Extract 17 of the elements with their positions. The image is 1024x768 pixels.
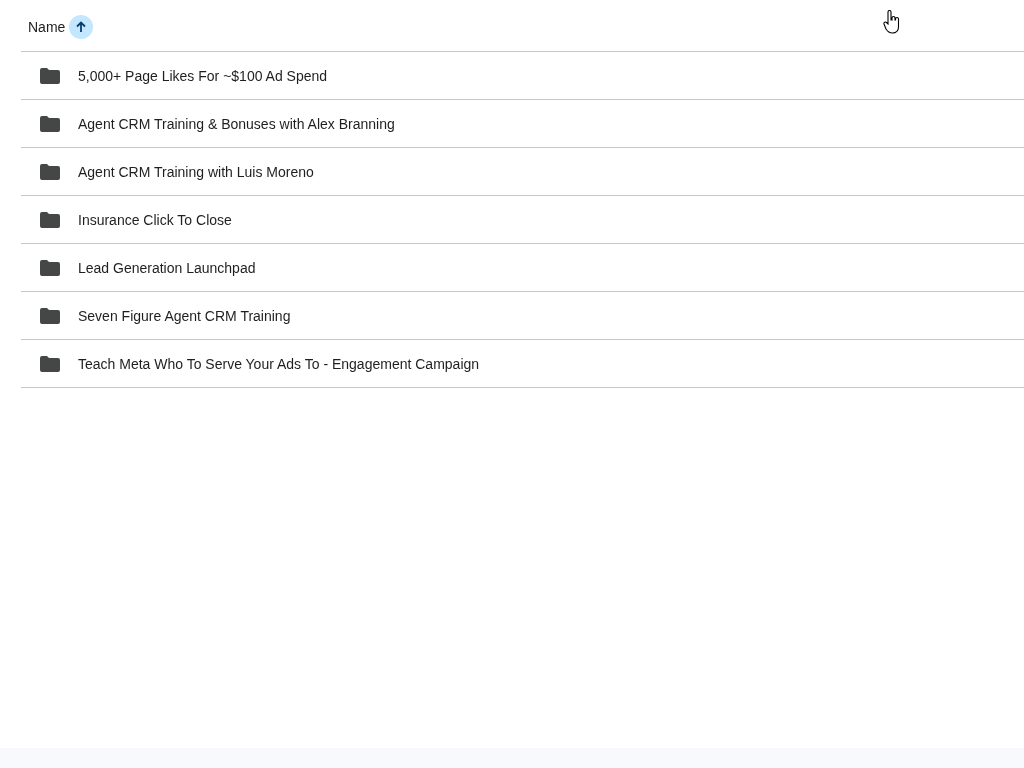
folder-icon	[40, 211, 60, 228]
folder-icon	[40, 115, 60, 132]
hand-cursor-icon	[883, 10, 901, 34]
folder-row[interactable]: Seven Figure Agent CRM Training	[21, 292, 1024, 340]
folder-icon	[40, 67, 60, 84]
column-header[interactable]: Name	[28, 18, 66, 35]
folder-row[interactable]: Teach Meta Who To Serve Your Ads To - Engagement Campaign	[21, 340, 1024, 388]
folder-icon	[40, 355, 60, 372]
folder-icon	[40, 259, 60, 276]
folder-row[interactable]: 5,000+ Page Likes For ~$100 Ad Spend	[21, 52, 1024, 100]
folder-row[interactable]: Agent CRM Training with Luis Moreno	[21, 148, 1024, 196]
folder-row[interactable]: Agent CRM Training & Bonuses with Alex Branning	[21, 100, 1024, 148]
folder-icon	[40, 163, 60, 180]
folder-icon	[40, 307, 60, 324]
sort-button[interactable]	[69, 14, 94, 39]
folder-row[interactable]: Insurance Click To Close	[21, 196, 1024, 244]
folder-row[interactable]: Lead Generation Launchpad	[21, 244, 1024, 292]
